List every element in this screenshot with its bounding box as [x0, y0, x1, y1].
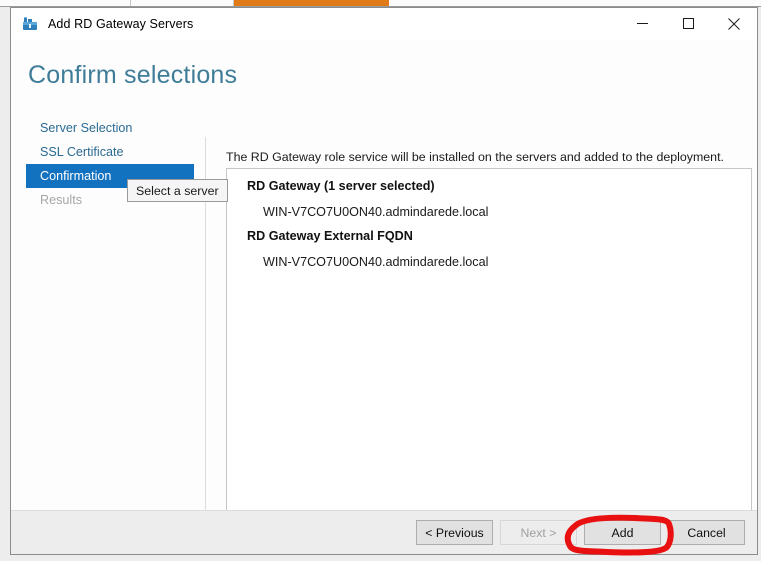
cancel-button[interactable]: Cancel — [668, 520, 745, 545]
title-bar[interactable]: Add RD Gateway Servers — [11, 8, 757, 39]
wizard-body: Confirm selections Server Selection SSL … — [11, 39, 757, 537]
nav-item-label: SSL Certificate — [40, 145, 124, 159]
nav-item-label: Results — [40, 193, 82, 207]
tooltip-select-a-server: Select a server — [127, 179, 228, 202]
previous-button[interactable]: < Previous — [416, 520, 493, 545]
close-button[interactable] — [711, 8, 757, 39]
confirmation-summary-panel[interactable]: RD Gateway (1 server selected) WIN-V7CO7… — [226, 168, 752, 537]
summary-group-title: RD Gateway (1 server selected) — [247, 179, 435, 193]
summary-group-value: WIN-V7CO7U0ON40.admindarede.local — [263, 205, 489, 219]
close-icon — [728, 17, 740, 30]
nav-item-label: Confirmation — [40, 169, 112, 183]
confirmation-description: The RD Gateway role service will be inst… — [226, 150, 724, 164]
summary-group-title: RD Gateway External FQDN — [247, 229, 413, 243]
next-button: Next > — [500, 520, 577, 545]
maximize-button[interactable] — [665, 8, 711, 39]
nav-item-label: Server Selection — [40, 121, 133, 135]
rd-gateway-icon — [21, 15, 39, 33]
minimize-button[interactable] — [619, 8, 665, 39]
dialog-footer: < Previous Next > Add Cancel — [11, 510, 757, 554]
nav-item-server-selection[interactable]: Server Selection — [26, 116, 194, 140]
add-button[interactable]: Add — [584, 520, 661, 545]
footer-button-group: < Previous Next > Add Cancel — [416, 520, 745, 545]
maximize-icon — [682, 18, 694, 29]
window-title: Add RD Gateway Servers — [48, 16, 194, 31]
screen: Add RD Gateway Servers Confirm selection… — [0, 0, 761, 561]
minimize-icon — [636, 23, 648, 24]
add-rd-gateway-servers-dialog: Add RD Gateway Servers Confirm selection… — [10, 7, 758, 555]
page-title: Confirm selections — [28, 61, 238, 89]
window-controls — [619, 8, 757, 39]
nav-item-ssl-certificate[interactable]: SSL Certificate — [26, 140, 194, 164]
summary-group-value: WIN-V7CO7U0ON40.admindarede.local — [263, 255, 489, 269]
